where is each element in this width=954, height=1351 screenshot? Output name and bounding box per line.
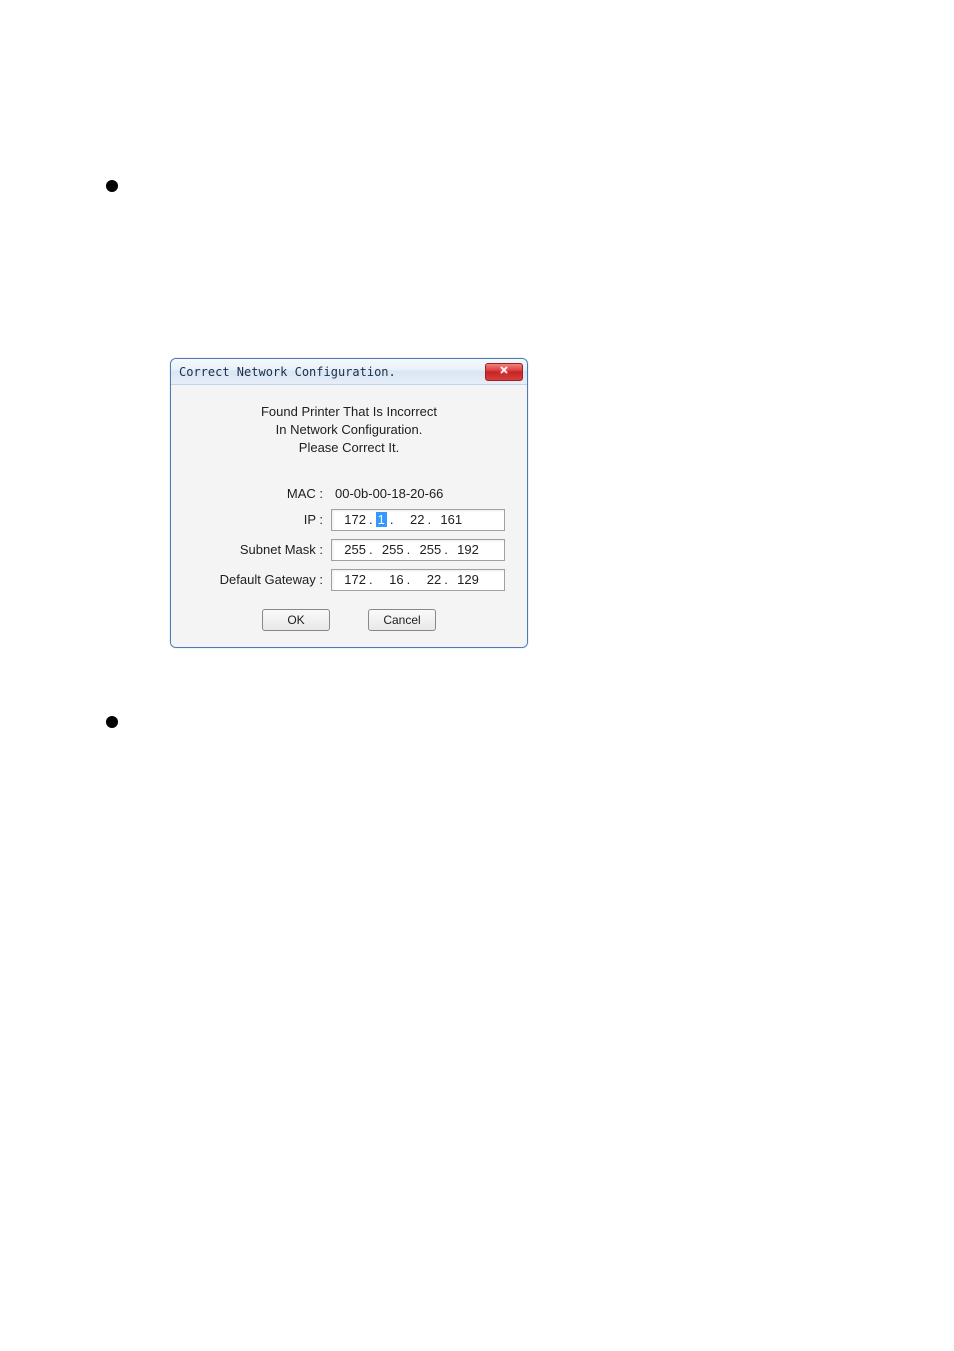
- message-line: Please Correct It.: [191, 439, 507, 457]
- ip-octet: 129: [451, 572, 479, 587]
- ip-separator: .: [404, 542, 414, 557]
- ip-octet: 161: [434, 512, 462, 527]
- close-button[interactable]: ✕: [485, 363, 523, 381]
- message-line: Found Printer That Is Incorrect: [191, 403, 507, 421]
- subnet-row: Subnet Mask : 255 . 255 . 255 . 192: [191, 539, 507, 561]
- ip-separator: .: [366, 512, 376, 527]
- ip-octet: 16: [376, 572, 404, 587]
- ip-octet: 22: [413, 572, 441, 587]
- button-row: OK Cancel: [191, 609, 507, 631]
- message-line: In Network Configuration.: [191, 421, 507, 439]
- ip-separator: .: [441, 542, 451, 557]
- ok-button[interactable]: OK: [262, 609, 330, 631]
- gateway-input[interactable]: 172 . 16 . 22 . 129: [331, 569, 505, 591]
- gateway-label: Default Gateway :: [191, 572, 331, 587]
- ip-octet: 172: [338, 572, 366, 587]
- ip-label: IP :: [191, 512, 331, 527]
- ip-separator: .: [424, 512, 434, 527]
- ip-row: IP : 172 . 1 . 22 . 161: [191, 509, 507, 531]
- cancel-button[interactable]: Cancel: [368, 609, 436, 631]
- mac-value: 00-0b-00-18-20-66: [331, 486, 443, 501]
- ip-input[interactable]: 172 . 1 . 22 . 161: [331, 509, 505, 531]
- ip-octet: 255: [338, 542, 366, 557]
- ip-separator: .: [366, 572, 376, 587]
- ip-separator: .: [366, 542, 376, 557]
- ip-octet: 172: [338, 512, 366, 527]
- ip-octet: 192: [451, 542, 479, 557]
- mac-row: MAC : 00-0b-00-18-20-66: [191, 486, 507, 501]
- ip-octet-selected: 1: [376, 512, 387, 527]
- ip-octet: 22: [396, 512, 424, 527]
- ip-octet: 255: [413, 542, 441, 557]
- subnet-label: Subnet Mask :: [191, 542, 331, 557]
- gateway-row: Default Gateway : 172 . 16 . 22 . 129: [191, 569, 507, 591]
- ip-separator: .: [404, 572, 414, 587]
- bullet-marker: [106, 716, 118, 728]
- subnet-input[interactable]: 255 . 255 . 255 . 192: [331, 539, 505, 561]
- ip-separator: .: [441, 572, 451, 587]
- mac-label: MAC :: [191, 486, 331, 501]
- dialog-message: Found Printer That Is Incorrect In Netwo…: [191, 403, 507, 458]
- dialog-titlebar: Correct Network Configuration. ✕: [171, 359, 527, 385]
- ip-separator: .: [387, 512, 397, 527]
- close-icon: ✕: [499, 366, 508, 377]
- dialog-body: Found Printer That Is Incorrect In Netwo…: [171, 385, 527, 647]
- network-config-dialog: Correct Network Configuration. ✕ Found P…: [170, 358, 528, 648]
- bullet-marker: [106, 180, 118, 192]
- dialog-title: Correct Network Configuration.: [179, 365, 485, 379]
- ip-octet: 255: [376, 542, 404, 557]
